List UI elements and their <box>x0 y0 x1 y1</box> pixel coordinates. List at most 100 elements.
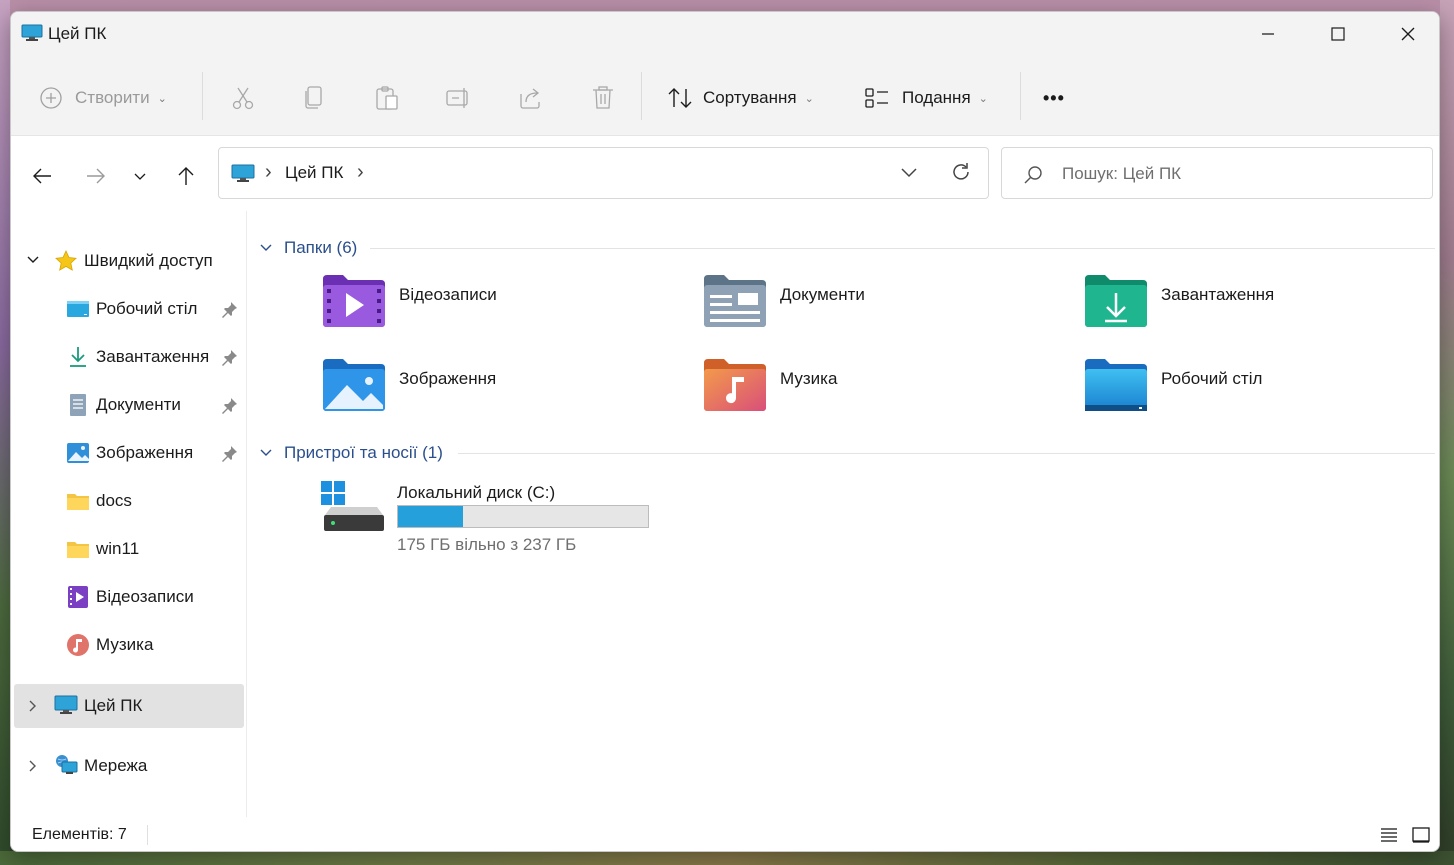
sort-button[interactable]: Сортування ⌄ <box>667 76 814 120</box>
search-box[interactable]: Пошук: Цей ПК <box>1001 147 1433 199</box>
file-view: Папки (6) Відеозаписи Документи Завантаж… <box>248 211 1439 817</box>
breadcrumb-chevron-icon[interactable]: › <box>265 161 272 184</box>
sidebar-item-label: Зображення <box>96 443 194 462</box>
tiles-view-button[interactable] <box>1409 823 1433 847</box>
sidebar-item-network[interactable]: Мережа <box>11 744 247 788</box>
plus-circle-icon <box>40 87 62 109</box>
breadcrumb-this-pc[interactable]: Цей ПК <box>285 163 343 183</box>
folder-tile-music[interactable]: Музика <box>702 357 1062 427</box>
copy-button[interactable] <box>302 76 326 120</box>
delete-button[interactable] <box>591 76 615 120</box>
pin-icon <box>222 446 237 462</box>
sidebar-item-label: Цей ПК <box>84 696 143 715</box>
pin-icon <box>222 398 237 414</box>
navigation-bar: › Цей ПК › Пошук: Цей ПК <box>11 137 1439 211</box>
downloads-folder-icon <box>1085 275 1147 327</box>
sidebar-item-desktop[interactable]: Робочий стіл <box>11 287 247 331</box>
sidebar-item-label: Мережа <box>84 756 148 775</box>
sidebar-item-pictures[interactable]: Зображення <box>11 431 247 475</box>
sidebar-item-videos[interactable]: Відеозаписи <box>11 575 247 619</box>
rename-button[interactable] <box>445 76 473 120</box>
desktop-wallpaper-right <box>1440 0 1454 865</box>
paste-button[interactable] <box>374 76 400 120</box>
maximize-button[interactable] <box>1303 12 1373 56</box>
toolbar-divider <box>1020 72 1021 120</box>
clipboard-icon <box>376 86 398 110</box>
sidebar-item-this-pc[interactable]: Цей ПК <box>14 684 244 728</box>
more-options-button[interactable]: ••• <box>1043 76 1065 120</box>
sidebar-item-label: Документи <box>96 395 181 414</box>
close-icon <box>1401 27 1415 41</box>
sidebar-item-quick-access[interactable]: Швидкий доступ <box>11 239 247 283</box>
folder-tile-documents[interactable]: Документи <box>702 273 1062 343</box>
recent-locations-button[interactable] <box>125 161 155 191</box>
new-button[interactable]: Створити ⌄ <box>39 76 167 120</box>
arrow-up-icon <box>178 167 194 185</box>
pictures-folder-icon <box>323 359 385 411</box>
folder-tile-pictures[interactable]: Зображення <box>321 357 681 427</box>
sidebar-item-label: Робочий стіл <box>96 299 198 318</box>
this-pc-icon <box>54 695 78 714</box>
navigation-pane: Швидкий доступ Робочий стіл Завантаження… <box>11 211 247 817</box>
cut-button[interactable] <box>230 76 256 120</box>
view-layout-icon <box>865 88 888 108</box>
sort-button-label: Сортування <box>703 88 797 107</box>
sidebar-item-music[interactable]: Музика <box>11 623 247 667</box>
chevron-down-icon <box>27 256 39 263</box>
folder-tile-desktop[interactable]: Робочий стіл <box>1083 357 1439 427</box>
folders-group-header[interactable]: Папки (6) <box>258 237 357 259</box>
folder-label: Зображення <box>399 369 497 388</box>
trash-icon <box>593 86 613 109</box>
title-bar[interactable]: Цей ПК <box>11 12 1439 58</box>
address-bar[interactable]: › Цей ПК › <box>218 147 989 199</box>
sidebar-item-label: Музика <box>96 635 154 654</box>
toolbar-divider <box>202 72 203 120</box>
folder-tile-downloads[interactable]: Завантаження <box>1083 273 1439 343</box>
documents-folder-icon <box>704 275 766 327</box>
folder-label: Робочий стіл <box>1161 369 1263 388</box>
sidebar-item-downloads[interactable]: Завантаження <box>11 335 247 379</box>
address-history-button[interactable] <box>899 162 919 187</box>
rename-icon <box>446 88 468 108</box>
chevron-right-icon <box>29 760 36 772</box>
status-bar: Елементів: 7 <box>11 817 1439 851</box>
drive-usage-fill <box>398 506 463 527</box>
chevron-down-icon: ⌄ <box>157 92 167 105</box>
file-explorer-window: Цей ПК Створити ⌄ Сортування ⌄ Подання ⌄… <box>10 11 1440 852</box>
back-button[interactable] <box>27 161 57 191</box>
command-bar: Створити ⌄ Сортування ⌄ Подання ⌄ ••• <box>11 58 1439 136</box>
forward-button[interactable] <box>81 161 111 191</box>
sidebar-item-docs[interactable]: docs <box>11 479 247 523</box>
folder-icon <box>67 494 89 510</box>
sidebar-item-label: Швидкий доступ <box>84 251 213 270</box>
pictures-icon <box>67 443 89 463</box>
chevron-down-icon: ⌄ <box>804 92 814 105</box>
videos-folder-icon <box>323 275 385 327</box>
sidebar-item-documents[interactable]: Документи <box>11 383 247 427</box>
drive-label: Локальний диск (C:) <box>397 483 556 502</box>
document-icon <box>70 394 86 416</box>
status-divider <box>147 825 148 845</box>
search-icon <box>1022 164 1044 191</box>
details-view-button[interactable] <box>1377 823 1401 847</box>
desktop-wallpaper-bottom <box>0 851 1454 865</box>
sidebar-item-win11[interactable]: win11 <box>11 527 247 571</box>
network-icon <box>56 755 78 774</box>
share-button[interactable] <box>518 76 544 120</box>
up-button[interactable] <box>171 161 201 191</box>
maximize-icon <box>1331 27 1345 41</box>
folders-group-title: Папки (6) <box>284 238 358 257</box>
view-button[interactable]: Подання ⌄ <box>864 76 988 120</box>
search-input[interactable]: Пошук: Цей ПК <box>1062 164 1181 184</box>
breadcrumb-chevron-icon[interactable]: › <box>357 161 364 184</box>
folder-tile-videos[interactable]: Відеозаписи <box>321 273 681 343</box>
devices-group-header[interactable]: Пристрої та носії (1) <box>258 442 443 464</box>
refresh-button[interactable] <box>949 160 973 189</box>
folder-icon <box>67 542 89 558</box>
devices-group-title: Пристрої та носії (1) <box>284 443 443 462</box>
desktop-icon <box>67 301 89 317</box>
group-divider <box>458 453 1435 454</box>
minimize-button[interactable] <box>1233 12 1303 56</box>
large-icons-view-icon <box>1412 827 1430 843</box>
close-button[interactable] <box>1373 12 1439 56</box>
